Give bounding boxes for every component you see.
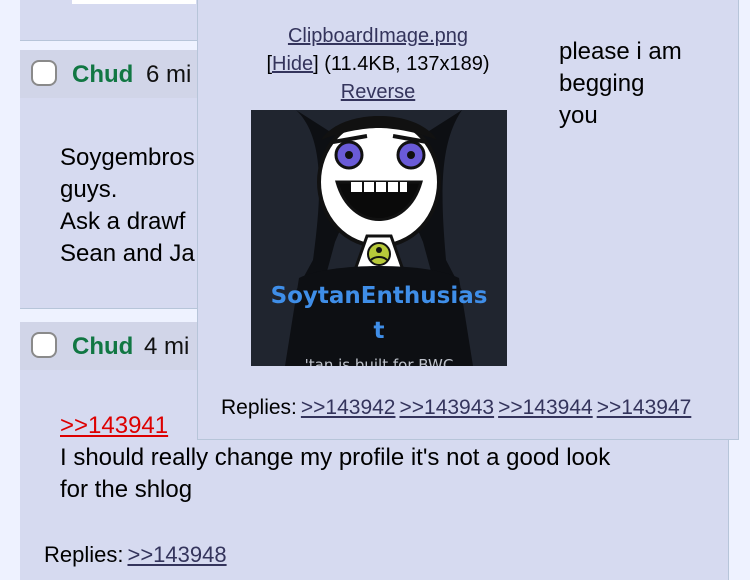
file-name-link[interactable]: ClipboardImage.png <box>288 25 468 47</box>
popup-message-line: begging <box>559 70 645 97</box>
hover-preview-popup: ClipboardImage.png [Hide] (11.4KB, 137x1… <box>197 0 739 440</box>
previous-post-stub <box>20 0 200 41</box>
message-line: Sean and Ja <box>60 240 195 267</box>
replies-label: Replies: <box>221 396 297 419</box>
message-line: Soygembros <box>60 144 195 171</box>
reply-link[interactable]: >>143944 <box>498 396 593 419</box>
popup-message-line: you <box>559 102 598 129</box>
post-select-checkbox[interactable] <box>31 332 57 358</box>
thumbnail-caption-line-3: 'tan is built for BWC <box>305 356 454 366</box>
post-message: Soygembros guys. Ask a drawf Sean and Ja <box>60 142 195 270</box>
avatar-illustration: SoytanEnthusias t 'tan is built for BWC <box>251 110 507 366</box>
popup-message-line: please i am <box>559 38 682 65</box>
post-replies: Replies: >>143948 <box>44 542 227 568</box>
message-line: for the shlog <box>60 476 193 503</box>
reverse-search-link[interactable]: Reverse <box>341 81 415 103</box>
message-line: guys. <box>60 176 118 203</box>
popup-message: please i am begging you <box>559 36 729 132</box>
post-time: 4 mi <box>144 333 190 360</box>
reply-link[interactable]: >>143948 <box>127 542 226 567</box>
post-select-checkbox[interactable] <box>31 60 57 86</box>
reply-link[interactable]: >>143942 <box>301 396 396 419</box>
previous-post-edge <box>72 0 196 4</box>
thumbnail-caption-line-2: t <box>374 318 385 344</box>
replies-label: Replies: <box>44 542 124 567</box>
reply-link[interactable]: >>143943 <box>399 396 494 419</box>
thread-page: Chud 6 mi Soygembros guys. Ask a drawf S… <box>0 0 750 580</box>
file-meta: (11.4KB, 137x189) <box>318 53 490 75</box>
hide-image-link[interactable]: Hide <box>272 53 313 75</box>
post-time: 6 mi <box>146 61 192 88</box>
message-line: Ask a drawf <box>60 208 186 235</box>
poster-name: Chud <box>72 61 134 88</box>
quote-link[interactable]: >>143941 <box>60 412 168 439</box>
reply-link[interactable]: >>143947 <box>597 396 692 419</box>
popup-replies: Replies: >>143942 >>143943 >>143944 >>143947 <box>221 396 691 420</box>
poster-name: Chud <box>72 333 134 360</box>
file-info: ClipboardImage.png [Hide] (11.4KB, 137x1… <box>240 22 516 106</box>
thumbnail-caption-line-1: SoytanEnthusias <box>271 283 488 309</box>
image-thumbnail[interactable]: SoytanEnthusias t 'tan is built for BWC <box>251 110 507 366</box>
message-line: I should really change my profile it's n… <box>60 444 611 471</box>
